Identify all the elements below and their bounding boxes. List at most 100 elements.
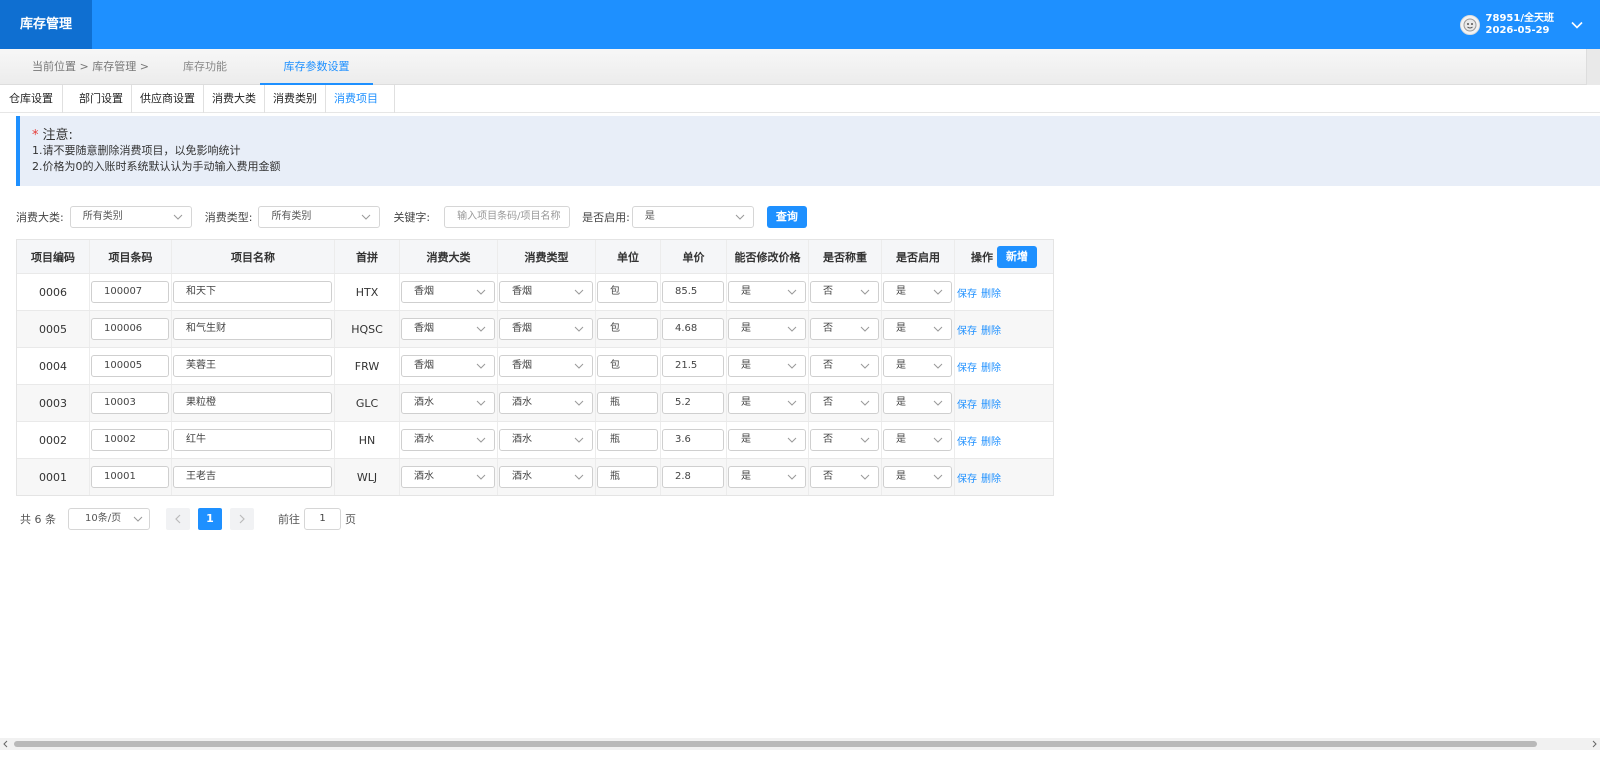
barcode-input[interactable]: 100005 [91,355,169,377]
item-name-input[interactable]: 芙蓉王 [173,355,332,377]
pinyin-cell: HTX [335,274,400,310]
price-input[interactable]: 85.5 [662,281,724,303]
price-editable-select[interactable]: 是 [728,281,806,303]
weigh-select[interactable]: 否 [810,281,879,303]
unit-input[interactable]: 瓶 [597,429,658,451]
unit-input[interactable]: 瓶 [597,466,658,488]
weigh-select[interactable]: 否 [810,392,879,414]
chevron-down-icon[interactable] [1570,18,1584,32]
category-select[interactable]: 香烟 [401,355,495,377]
type-select[interactable]: 酒水 [499,429,593,451]
weigh-select[interactable]: 否 [810,318,879,340]
category-select[interactable]: 香烟 [401,281,495,303]
avatar[interactable] [1459,14,1480,35]
type-select[interactable]: 香烟 [499,355,593,377]
subtab-inventory-functions[interactable]: 库存功能 [170,49,240,85]
price-input[interactable]: 4.68 [662,318,724,340]
weigh-select[interactable]: 否 [810,355,879,377]
item-name-input[interactable]: 果粒橙 [173,392,332,414]
item-name-input[interactable]: 红牛 [173,429,332,451]
tab-warehouse[interactable]: 仓库设置 [0,85,63,113]
keyword-input[interactable]: 输入项目条码/项目名称 [444,206,571,228]
scroll-right-arrow-icon[interactable] [1590,740,1598,748]
scroll-left-arrow-icon[interactable] [2,740,10,748]
item-name-input[interactable]: 和气生财 [173,318,332,340]
delete-link[interactable]: 删除 [981,285,1001,300]
enabled-select[interactable]: 是 [883,429,952,451]
unit-input[interactable]: 瓶 [597,392,658,414]
barcode-input[interactable]: 100006 [91,318,169,340]
tab-consumption-item[interactable]: 消费项目 [326,85,395,113]
category-select[interactable]: 香烟 [401,318,495,340]
delete-link[interactable]: 删除 [981,359,1001,374]
delete-link[interactable]: 删除 [981,433,1001,448]
weigh-select[interactable]: 否 [810,466,879,488]
enabled-select[interactable]: 是 [883,392,952,414]
weigh-cell: 否 [809,274,882,310]
save-link[interactable]: 保存 [957,433,977,448]
unit-input[interactable]: 包 [597,318,658,340]
goto-page-input[interactable]: 1 [304,508,341,530]
item-name-input[interactable]: 和天下 [173,281,332,303]
save-link[interactable]: 保存 [957,322,977,337]
save-link[interactable]: 保存 [957,285,977,300]
page-number-current[interactable]: 1 [198,508,222,530]
subtab-inventory-settings[interactable]: 库存参数设置 [260,49,373,85]
enabled-select[interactable]: 是 [883,466,952,488]
barcode-input[interactable]: 100007 [91,281,169,303]
price-editable-select[interactable]: 是 [728,429,806,451]
barcode-input[interactable]: 10002 [91,429,169,451]
delete-link[interactable]: 删除 [981,396,1001,411]
enabled-filter-select[interactable]: 是 [631,206,754,228]
price-input[interactable]: 21.5 [662,355,724,377]
unit-input[interactable]: 包 [597,281,658,303]
tab-supplier[interactable]: 供应商设置 [132,85,204,113]
save-link[interactable]: 保存 [957,359,977,374]
type-select[interactable]: 酒水 [499,466,593,488]
add-item-button[interactable]: 新增 [997,245,1037,268]
user-menu[interactable]: 78951/全天班 2026-05-29 [1459,0,1584,49]
price-editable-select[interactable]: 是 [728,355,806,377]
unit-input[interactable]: 包 [597,355,658,377]
barcode-input[interactable]: 10001 [91,466,169,488]
category-select[interactable]: 酒水 [401,466,495,488]
save-link[interactable]: 保存 [957,470,977,485]
type-select[interactable]: 香烟 [499,281,593,303]
horizontal-scrollbar[interactable] [0,738,1600,750]
actions-cell: 保存 删除 [955,459,1053,495]
scrollbar-thumb[interactable] [14,741,1537,747]
category-filter-select[interactable]: 所有类别 [69,206,192,228]
enabled-select[interactable]: 是 [883,355,952,377]
enabled-select[interactable]: 是 [883,318,952,340]
enabled-select[interactable]: 是 [883,281,952,303]
subnav-scrollbar[interactable] [1586,49,1600,85]
category-select[interactable]: 酒水 [401,429,495,451]
price-editable-select[interactable]: 是 [728,466,806,488]
tab-department[interactable]: 部门设置 [63,85,132,113]
page-size-select[interactable]: 10条/页 [68,508,150,530]
item-name-input[interactable]: 王老吉 [173,466,332,488]
type-select[interactable]: 香烟 [499,318,593,340]
tab-consumption-category[interactable]: 消费大类 [204,85,265,113]
tab-consumption-class[interactable]: 消费类别 [265,85,326,113]
category-select[interactable]: 酒水 [401,392,495,414]
chevron-down-icon [574,437,584,443]
price-editable-select[interactable]: 是 [728,318,806,340]
next-page-button[interactable] [230,508,254,530]
delete-link[interactable]: 删除 [981,470,1001,485]
price-input[interactable]: 3.6 [662,429,724,451]
price-input[interactable]: 2.8 [662,466,724,488]
chevron-down-icon [933,400,943,406]
barcode-input[interactable]: 10003 [91,392,169,414]
price-input[interactable]: 5.2 [662,392,724,414]
delete-link[interactable]: 删除 [981,322,1001,337]
type-select[interactable]: 酒水 [499,392,593,414]
query-button[interactable]: 查询 [766,206,807,228]
user-date: 2026-05-29 [1485,24,1550,36]
prev-page-button[interactable] [166,508,190,530]
price-editable-select[interactable]: 是 [728,392,806,414]
save-link[interactable]: 保存 [957,396,977,411]
weigh-select[interactable]: 否 [810,429,879,451]
chevron-down-icon [933,437,943,443]
type-filter-select[interactable]: 所有类别 [258,206,381,228]
